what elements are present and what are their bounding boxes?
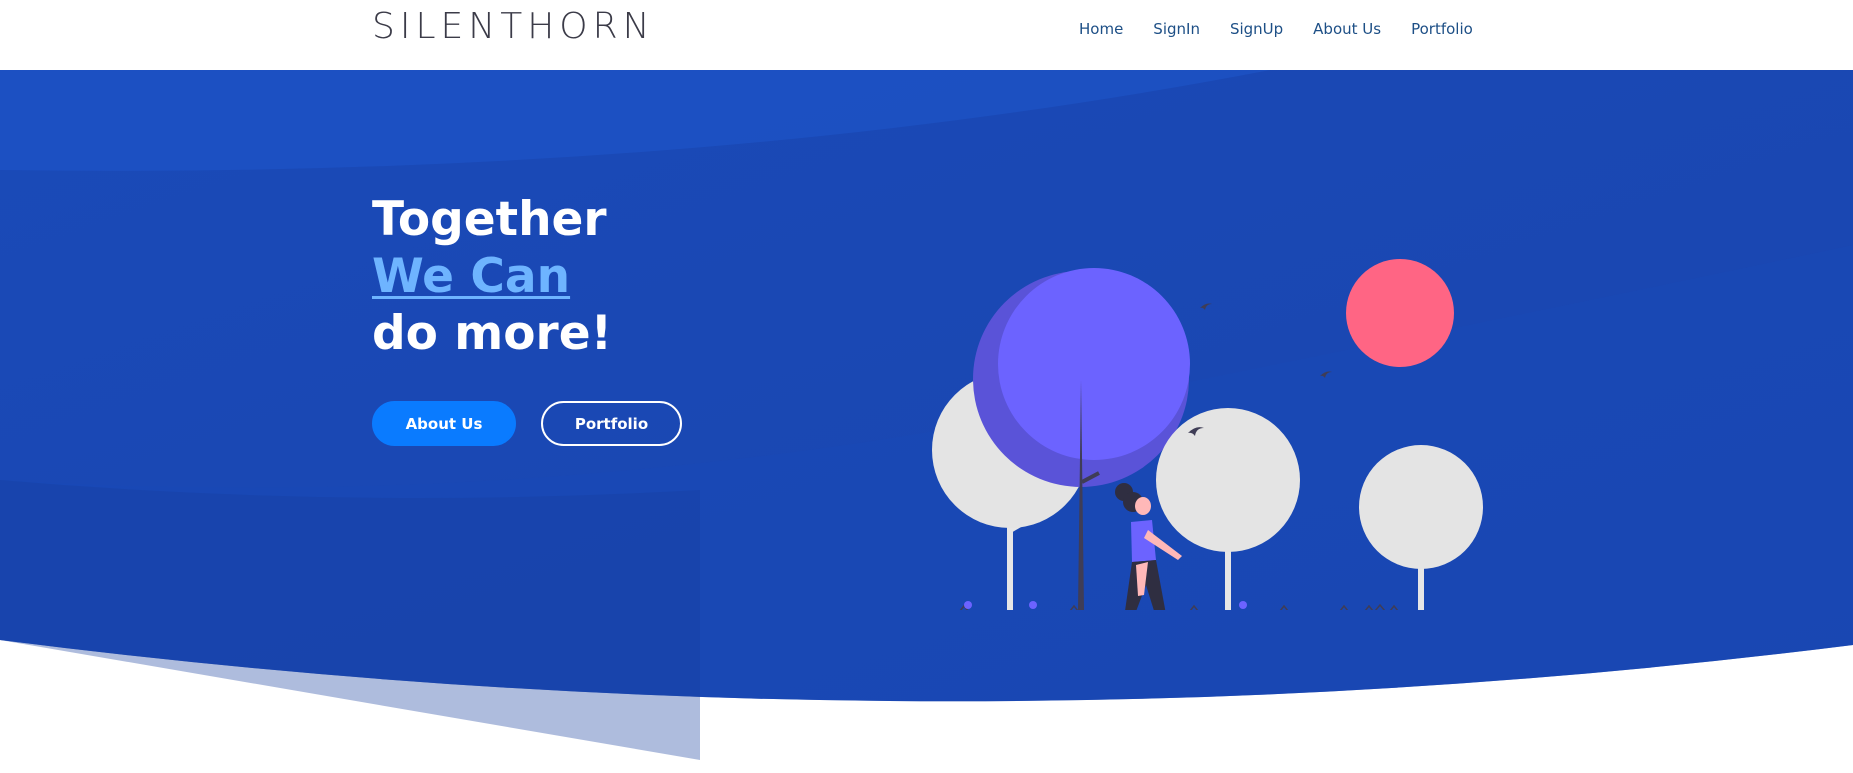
nav-menu: Home SignIn SignUp About Us Portfolio bbox=[1079, 20, 1503, 38]
about-us-button[interactable]: About Us bbox=[372, 401, 516, 446]
headline-line-3: do more! bbox=[372, 306, 613, 361]
flower-dot bbox=[1239, 601, 1247, 609]
nav-signin[interactable]: SignIn bbox=[1153, 20, 1200, 38]
sun-circle bbox=[1346, 259, 1454, 367]
hero-headline: Together We Can do more! bbox=[372, 191, 612, 362]
flower-dot bbox=[964, 601, 972, 609]
grey-tree-right bbox=[1359, 445, 1483, 610]
brand-logo[interactable]: SILENTHORN bbox=[372, 6, 655, 47]
headline-line-2[interactable]: We Can bbox=[372, 248, 612, 305]
hero-section: Together We Can do more! About Us Portfo… bbox=[0, 70, 1853, 773]
purple-tree bbox=[973, 268, 1190, 610]
bird-icon bbox=[1200, 303, 1212, 310]
nav-signup[interactable]: SignUp bbox=[1230, 20, 1283, 38]
grass-icon bbox=[959, 603, 1399, 610]
nav-portfolio[interactable]: Portfolio bbox=[1411, 20, 1473, 38]
nav-home[interactable]: Home bbox=[1079, 20, 1123, 38]
flower-dot bbox=[1029, 601, 1037, 609]
navbar: SILENTHORN Home SignIn SignUp About Us P… bbox=[0, 0, 1853, 70]
bird-icon bbox=[1320, 371, 1332, 378]
grey-tree-middle bbox=[1156, 408, 1300, 610]
headline-line-1: Together bbox=[372, 192, 607, 247]
portfolio-button[interactable]: Portfolio bbox=[541, 401, 682, 446]
nav-about-us[interactable]: About Us bbox=[1313, 20, 1381, 38]
walking-woman-trees-illustration bbox=[932, 259, 1483, 610]
